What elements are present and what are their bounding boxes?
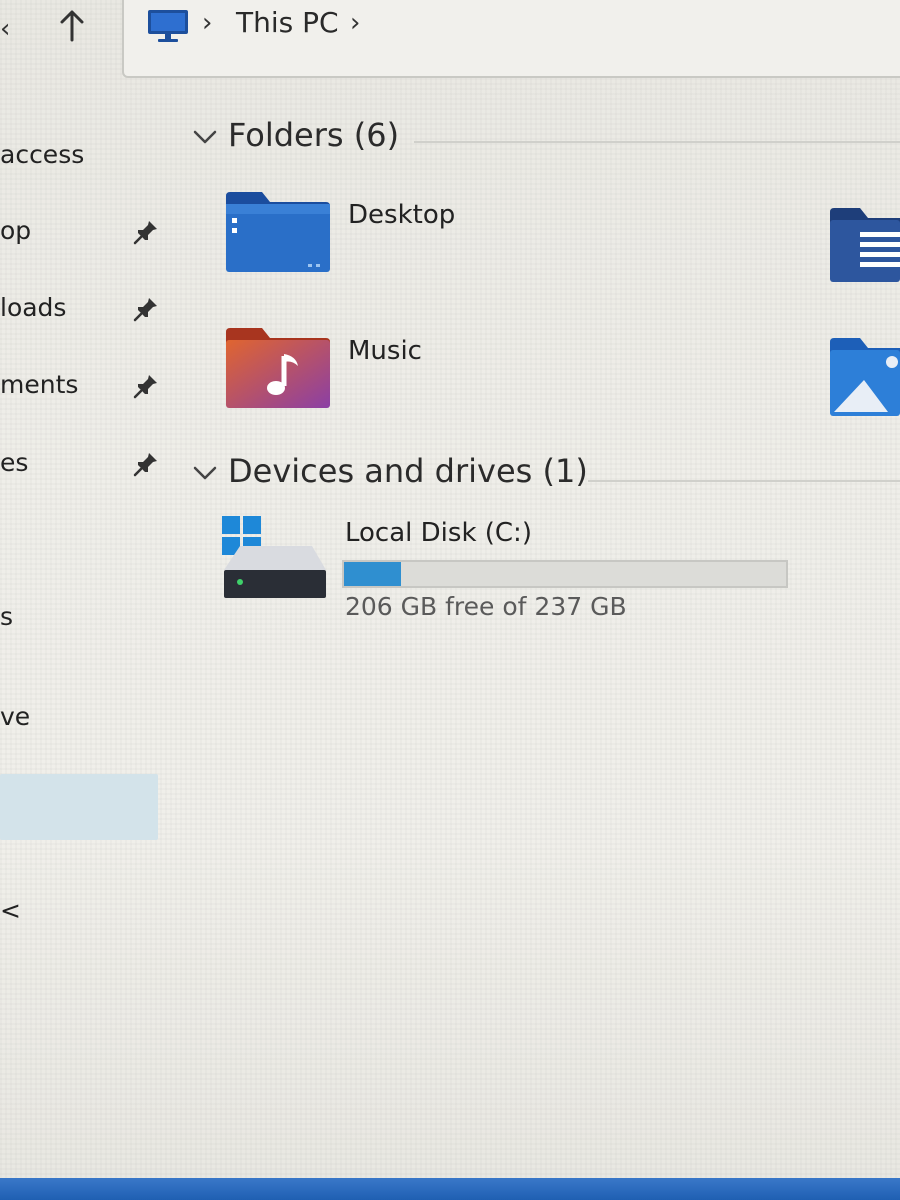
folder-pictures[interactable]: [830, 336, 900, 422]
drive-local-disk-c[interactable]: [220, 514, 328, 606]
music-folder-icon: [226, 328, 330, 408]
folder-documents[interactable]: [830, 206, 900, 290]
sidebar-item-label: s: [0, 602, 14, 631]
drive-free-space-text: 206 GB free of 237 GB: [345, 592, 627, 621]
folder-label-music[interactable]: Music: [348, 336, 422, 366]
drive-usage-bar: [342, 560, 788, 588]
file-explorer-window: ‹ › This PC › access op loads ments es s…: [0, 0, 900, 1200]
drives-section-header[interactable]: Devices and drives (1): [192, 452, 900, 502]
pin-icon[interactable]: [132, 218, 160, 246]
folders-section-title: Folders (6): [228, 116, 400, 154]
folder-music[interactable]: [226, 326, 330, 414]
pin-icon[interactable]: [132, 372, 160, 400]
sidebar-item-label: ments: [0, 370, 79, 399]
chevron-down-icon[interactable]: [192, 128, 218, 146]
folder-desktop[interactable]: [226, 190, 330, 278]
folders-section-header[interactable]: Folders (6): [192, 116, 900, 166]
sidebar-item-label: access: [0, 140, 85, 169]
sidebar-item-network[interactable]: <: [0, 888, 170, 938]
drives-section-title: Devices and drives (1): [228, 452, 588, 490]
navigation-bar: ‹ › This PC ›: [0, 0, 900, 82]
breadcrumb-separator[interactable]: ›: [202, 8, 212, 38]
sidebar-item-this-pc-selected[interactable]: [0, 774, 158, 840]
sidebar-item-downloads[interactable]: loads: [0, 285, 170, 335]
sidebar-item-quick-access[interactable]: access: [0, 132, 170, 182]
sidebar-item-partial-s[interactable]: s: [0, 594, 170, 644]
breadcrumb-separator[interactable]: ›: [350, 8, 360, 38]
folder-label-desktop[interactable]: Desktop: [348, 200, 455, 230]
sidebar-item-documents[interactable]: ments: [0, 362, 170, 412]
section-divider: [414, 141, 900, 143]
back-chevron-icon[interactable]: ‹: [0, 14, 10, 44]
sidebar-item-desktop[interactable]: op: [0, 208, 170, 258]
sidebar-item-label: <: [0, 896, 21, 925]
documents-folder-icon: [830, 208, 900, 282]
taskbar[interactable]: [0, 1178, 900, 1200]
drive-label-local-disk-c[interactable]: Local Disk (C:): [345, 518, 532, 548]
sidebar-item-label: ve: [0, 702, 31, 731]
sidebar-item-pictures[interactable]: es: [0, 440, 170, 490]
sidebar-item-label: es: [0, 448, 29, 477]
desktop-folder-icon: [226, 192, 330, 272]
chevron-down-icon[interactable]: [192, 464, 218, 482]
pictures-folder-icon: [830, 338, 900, 416]
sidebar-item-onedrive[interactable]: ve: [0, 694, 170, 744]
sidebar-item-label: op: [0, 216, 32, 245]
up-arrow-icon[interactable]: [58, 6, 86, 46]
windows-drive-icon: [222, 516, 326, 598]
sidebar-item-label: loads: [0, 293, 67, 322]
this-pc-icon: [148, 10, 188, 42]
breadcrumb-this-pc[interactable]: This PC: [236, 6, 339, 39]
navigation-pane: access op loads ments es s ve <: [0, 82, 175, 1182]
address-bar[interactable]: › This PC ›: [122, 0, 900, 78]
section-divider: [588, 480, 900, 482]
pin-icon[interactable]: [132, 450, 160, 478]
drive-usage-fill: [344, 562, 402, 586]
pin-icon[interactable]: [132, 295, 160, 323]
